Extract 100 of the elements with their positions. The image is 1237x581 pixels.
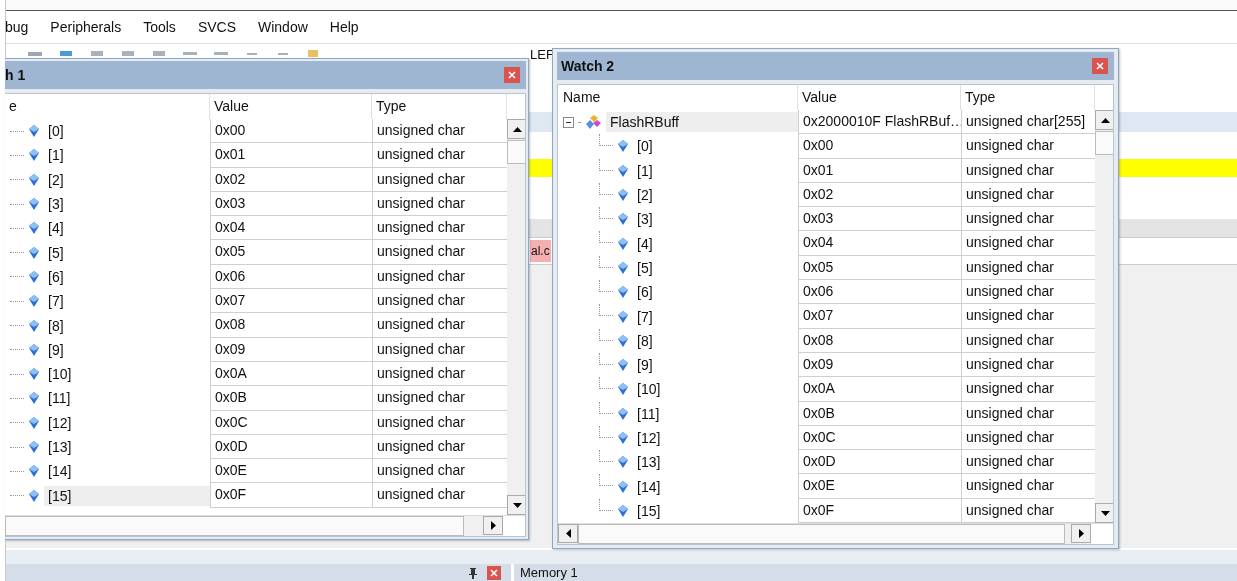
menu-item[interactable]: Help <box>329 19 369 35</box>
close-button[interactable] <box>1092 58 1108 74</box>
value-cell: 0x07 <box>210 289 372 314</box>
variable-name[interactable]: [8] <box>633 330 798 351</box>
diamond-icon <box>29 343 39 356</box>
up-arrow-icon <box>512 126 522 132</box>
variable-name[interactable]: [10] <box>44 364 210 385</box>
diamond-icon <box>618 383 628 396</box>
diamond-icon <box>618 480 628 493</box>
variable-name[interactable]: [15] <box>633 500 798 521</box>
scroll-thumb[interactable] <box>578 524 1065 544</box>
variable-name[interactable]: [1] <box>633 160 798 181</box>
horizontal-scrollbar[interactable] <box>558 523 1113 544</box>
variable-name[interactable]: [4] <box>44 218 210 239</box>
value-cell: 0x0B <box>210 386 372 411</box>
toolbar-icon[interactable] <box>88 48 106 58</box>
variable-name[interactable]: [13] <box>633 452 798 473</box>
variable-name[interactable]: [11] <box>633 403 798 424</box>
diamond-icon <box>29 149 39 162</box>
variable-name[interactable]: [9] <box>44 339 210 360</box>
diamond-icon <box>29 465 39 478</box>
value-cell: 0x09 <box>210 337 372 362</box>
menu-item[interactable]: bug <box>5 19 39 35</box>
variable-name[interactable]: [13] <box>44 437 210 457</box>
scroll-thumb[interactable] <box>1095 131 1113 155</box>
diamond-icon <box>29 246 39 259</box>
scroll-right-button[interactable] <box>483 516 503 535</box>
toolbar-icon[interactable] <box>150 48 168 58</box>
menu-item[interactable]: SVCS <box>197 19 246 35</box>
pin-icon[interactable] <box>467 566 479 579</box>
vertical-scrollbar[interactable] <box>1095 110 1113 523</box>
value-cell: 0x02 <box>210 167 372 192</box>
diamond-icon <box>29 416 39 429</box>
variable-name[interactable]: [6] <box>633 282 798 303</box>
file-tab[interactable]: al.c <box>530 240 551 262</box>
variable-name[interactable]: [4] <box>633 233 798 254</box>
vertical-scrollbar[interactable] <box>507 119 525 515</box>
variable-name[interactable]: [6] <box>44 266 210 287</box>
variable-name[interactable]: [5] <box>633 257 798 278</box>
diamond-icon <box>618 286 628 299</box>
variable-name[interactable]: [12] <box>44 412 210 433</box>
down-arrow-icon <box>1100 510 1110 516</box>
value-cell: 0x0A <box>798 377 961 402</box>
diamonds-icon <box>586 115 601 130</box>
diamond-icon <box>618 407 628 420</box>
toolbar-icon[interactable] <box>119 48 137 58</box>
variable-name[interactable]: [9] <box>633 355 798 376</box>
diamond-icon <box>29 392 39 405</box>
value-cell: 0x00 <box>798 134 961 159</box>
variable-name[interactable]: [12] <box>633 428 798 448</box>
diamond-icon <box>29 489 39 502</box>
diamond-icon <box>618 432 628 444</box>
variable-name[interactable]: [1] <box>44 145 210 166</box>
scroll-right-button[interactable] <box>1071 524 1091 543</box>
variable-name[interactable]: [3] <box>633 209 798 230</box>
toolbar-label: LEF <box>530 46 554 62</box>
diamond-icon <box>618 504 628 517</box>
menu-item[interactable]: Peripherals <box>50 19 132 35</box>
variable-name[interactable]: [11] <box>44 388 210 409</box>
scroll-up-button[interactable] <box>507 119 525 139</box>
variable-name[interactable]: [10] <box>633 379 798 400</box>
diamond-icon <box>29 441 39 453</box>
variable-name[interactable]: [7] <box>633 306 798 327</box>
scroll-left-button[interactable] <box>558 524 578 543</box>
close-button[interactable] <box>487 565 501 580</box>
variable-name[interactable]: [8] <box>44 315 210 336</box>
variable-name[interactable]: [0] <box>633 136 798 157</box>
variable-name[interactable]: [7] <box>44 291 210 312</box>
close-button[interactable] <box>504 67 520 83</box>
menu-item[interactable]: Tools <box>143 19 186 35</box>
value-cell: 0x0F <box>210 483 372 508</box>
horizontal-scrollbar[interactable] <box>5 515 525 536</box>
toolbar-icon[interactable] <box>57 48 75 58</box>
scroll-down-button[interactable] <box>1095 503 1113 523</box>
value-cell: 0x0A <box>210 361 372 387</box>
collapse-icon[interactable] <box>563 116 574 128</box>
scroll-thumb[interactable] <box>507 140 525 164</box>
variable-name[interactable]: [14] <box>633 476 798 497</box>
diamond-icon <box>618 237 628 250</box>
memory-tab[interactable]: Memory 1 <box>514 564 1237 581</box>
scroll-down-button[interactable] <box>507 495 525 515</box>
value-cell: 0x0E <box>798 474 961 499</box>
menu-item[interactable]: Window <box>258 19 318 35</box>
diamond-icon <box>29 125 39 138</box>
variable-name[interactable]: [0] <box>44 121 210 142</box>
variable-name[interactable]: [15] <box>44 485 210 506</box>
variable-name[interactable]: [14] <box>44 461 210 482</box>
variable-name[interactable]: [5] <box>44 242 210 263</box>
variable-name[interactable]: [2] <box>633 185 798 206</box>
scroll-thumb[interactable] <box>5 516 464 536</box>
variable-name[interactable]: FlashRBuff <box>606 112 798 133</box>
scroll-up-button[interactable] <box>1095 110 1113 130</box>
right-arrow-icon <box>1078 529 1084 538</box>
value-cell: 0x0C <box>798 425 961 451</box>
variable-name[interactable]: [3] <box>44 194 210 215</box>
value-cell: 0x0B <box>798 401 961 426</box>
diamond-icon <box>618 359 628 372</box>
variable-name[interactable]: [2] <box>44 169 210 190</box>
value-cell: 0x0D <box>798 450 961 475</box>
value-cell: 0x02 <box>798 182 961 208</box>
